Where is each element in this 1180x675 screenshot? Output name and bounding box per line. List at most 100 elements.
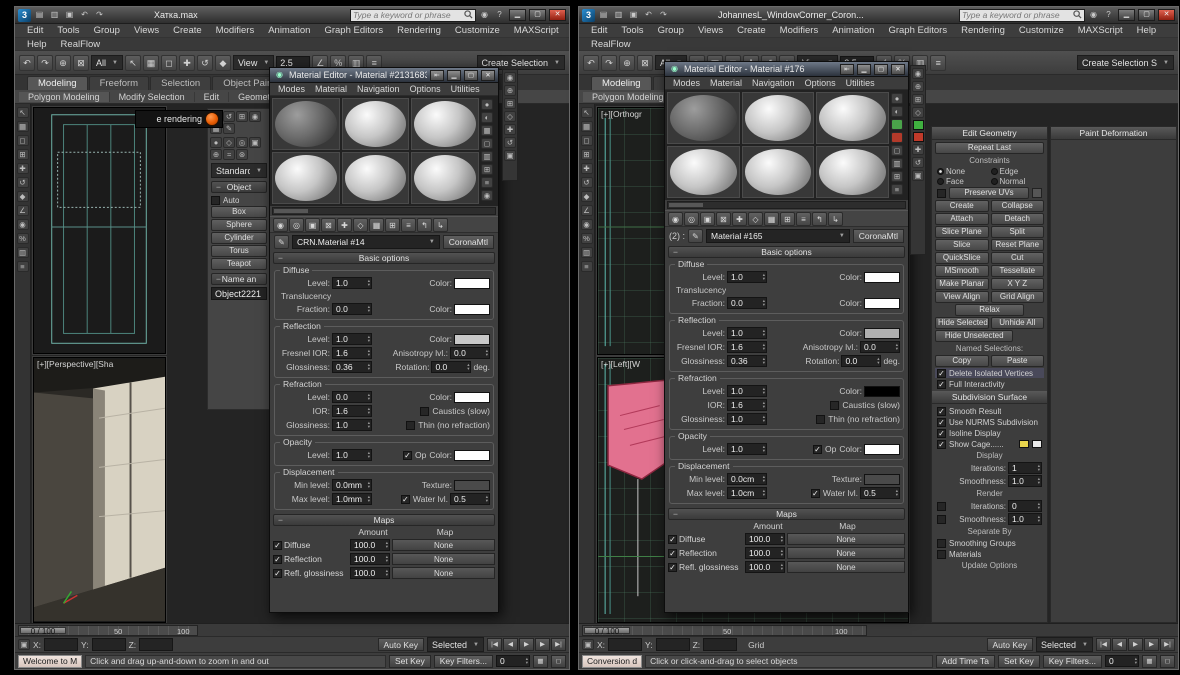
isolate-selection-icon[interactable]: ◻	[1160, 654, 1175, 668]
maximize-viewport-icon[interactable]: ▣	[912, 170, 924, 181]
reflection-color-swatch[interactable]	[864, 327, 900, 339]
constraint-radio[interactable]: Edge	[990, 167, 1043, 176]
dock-icon[interactable]: ⇤	[840, 63, 854, 75]
select-by-material-icon[interactable]: ◉	[481, 190, 493, 201]
display-iterations-spinner[interactable]: 1	[1008, 462, 1042, 474]
repeat-last-button[interactable]: Repeat Last	[935, 142, 1044, 154]
map-amount-spinner[interactable]: 100.0	[745, 547, 785, 559]
field-of-view-icon[interactable]: ◇	[504, 111, 516, 122]
map-amount-spinner[interactable]: 100.0	[745, 533, 785, 545]
get-material-icon[interactable]: ◉	[273, 217, 288, 232]
name-color-rollout[interactable]: Name an	[211, 273, 267, 285]
selection-lock-icon[interactable]: ▣	[582, 639, 594, 650]
map-amount-spinner[interactable]: 100.0	[350, 567, 390, 579]
menu-item[interactable]: Customize	[448, 25, 507, 36]
systems-category-icon[interactable]: ⊛	[236, 149, 248, 160]
caustics-checkbox[interactable]	[830, 400, 840, 410]
put-material-to-scene-icon[interactable]: ◎	[684, 211, 699, 226]
reflection-level-spinner[interactable]: 1.0	[727, 327, 767, 339]
menu-item[interactable]: Options	[410, 84, 441, 94]
zoom-all-icon[interactable]: ⊕	[912, 81, 924, 92]
open-file-icon[interactable]: ▥	[48, 9, 61, 21]
set-key-button[interactable]: Set Key	[997, 654, 1040, 668]
refraction-glossiness-spinner[interactable]: 1.0	[727, 413, 767, 425]
redo-icon[interactable]: ↷	[601, 54, 617, 71]
maximize-button[interactable]: ▢	[874, 63, 888, 75]
put-to-library-icon[interactable]: ▦	[764, 211, 779, 226]
undo-icon[interactable]: ↶	[19, 54, 35, 71]
thin-checkbox[interactable]	[816, 414, 826, 424]
undo-icon[interactable]: ↶	[583, 54, 599, 71]
map-button[interactable]: None	[392, 539, 495, 551]
anisotropy-spinner[interactable]: 0.0	[860, 341, 900, 353]
go-to-end-button[interactable]: ▶|	[1160, 638, 1175, 651]
primitive-category-dropdown[interactable]: Standard Primiti ▼	[211, 163, 267, 178]
panel-button[interactable]: X Y Z	[990, 278, 1044, 290]
conversion-status-button[interactable]: Conversion d	[582, 654, 643, 668]
menu-item[interactable]: Graph Editors	[881, 25, 954, 36]
percent-snap-icon[interactable]: %	[16, 233, 29, 244]
mirror-icon[interactable]: ▥	[16, 247, 29, 258]
menu-item[interactable]: Modes	[278, 84, 305, 94]
material-slot[interactable]	[816, 92, 889, 144]
material-slot[interactable]	[341, 152, 410, 204]
primitive-button[interactable]: Teapot	[211, 258, 267, 270]
refraction-glossiness-spinner[interactable]: 1.0	[332, 419, 372, 431]
lights-category-icon[interactable]: ◎	[236, 137, 248, 148]
background-icon[interactable]: ▦	[481, 125, 493, 136]
options-icon[interactable]: ≡	[481, 177, 493, 188]
material-id-channel-icon[interactable]: ⊞	[780, 211, 795, 226]
primitive-button[interactable]: Box	[211, 206, 267, 218]
map-enable-checkbox[interactable]	[668, 562, 677, 572]
play-button[interactable]: ▶	[1128, 638, 1143, 651]
render-smoothness-spinner[interactable]: 1.0	[1008, 513, 1042, 525]
select-and-scale-icon[interactable]: ◆	[16, 191, 29, 202]
select-and-rotate-icon[interactable]: ↺	[16, 177, 29, 188]
preserve-uvs-button[interactable]: Preserve UVs	[949, 187, 1029, 199]
anisotropy-spinner[interactable]: 0.0	[450, 347, 490, 359]
show-map-in-viewport-icon[interactable]: ≡	[401, 217, 416, 232]
menu-item[interactable]: Group	[651, 25, 691, 36]
refraction-level-spinner[interactable]: 1.0	[727, 385, 767, 397]
select-and-move-icon[interactable]: ✚	[16, 163, 29, 174]
slots-scrollbar[interactable]	[272, 207, 496, 215]
make-material-copy-icon[interactable]: ✚	[732, 211, 747, 226]
current-frame-field[interactable]: 0	[496, 655, 530, 667]
undo-icon[interactable]: ↶	[642, 9, 655, 21]
rotation-spinner[interactable]: 0.0	[431, 361, 472, 373]
background-color-swatch[interactable]	[891, 119, 903, 130]
pick-material-from-object-icon[interactable]: ✎	[688, 229, 704, 243]
diffuse-level-spinner[interactable]: 1.0	[727, 271, 767, 283]
water-level-spinner[interactable]: 0.5	[450, 493, 490, 505]
refraction-level-spinner[interactable]: 0.0	[332, 391, 372, 403]
rectangular-region-icon[interactable]: ◻	[16, 135, 29, 146]
reset-map-icon[interactable]: ⊠	[716, 211, 731, 226]
zoom-extents-icon[interactable]: ⊞	[504, 98, 516, 109]
make-preview-icon[interactable]: ⊞	[891, 171, 903, 182]
infocenter-icon[interactable]: ◉	[478, 9, 491, 21]
make-material-copy-icon[interactable]: ✚	[337, 217, 352, 232]
help-icon[interactable]: ?	[1102, 9, 1115, 21]
slots-scrollbar[interactable]	[667, 201, 906, 209]
diffuse-level-spinner[interactable]: 1.0	[332, 277, 372, 289]
percent-snap-icon[interactable]: %	[580, 233, 593, 244]
save-file-icon[interactable]: ▣	[63, 9, 76, 21]
ior-spinner[interactable]: 1.6	[332, 405, 372, 417]
next-frame-button[interactable]: ▶	[1144, 638, 1159, 651]
select-and-link-icon[interactable]: ⊕	[619, 54, 635, 71]
select-by-name-icon[interactable]: ▦	[580, 121, 593, 132]
caustics-checkbox[interactable]	[420, 406, 430, 416]
menu-item[interactable]: Rendering	[954, 25, 1012, 36]
map-amount-spinner[interactable]: 100.0	[745, 561, 785, 573]
field-of-view-icon[interactable]: ◇	[912, 107, 924, 118]
separate-checkbox[interactable]	[937, 549, 946, 559]
show-cage-checkbox[interactable]	[937, 439, 946, 449]
material-slot[interactable]	[741, 146, 815, 198]
menu-item[interactable]: Create	[730, 25, 773, 36]
edit-geometry-header[interactable]: Edit Geometry	[932, 127, 1047, 140]
put-material-to-scene-icon[interactable]: ◎	[289, 217, 304, 232]
display-smoothness-spinner[interactable]: 1.0	[1008, 475, 1042, 487]
autogrid-checkbox[interactable]	[211, 195, 220, 205]
ribbon-subtab[interactable]: Modify Selection	[110, 91, 195, 102]
diffuse-color-swatch[interactable]	[454, 277, 490, 289]
